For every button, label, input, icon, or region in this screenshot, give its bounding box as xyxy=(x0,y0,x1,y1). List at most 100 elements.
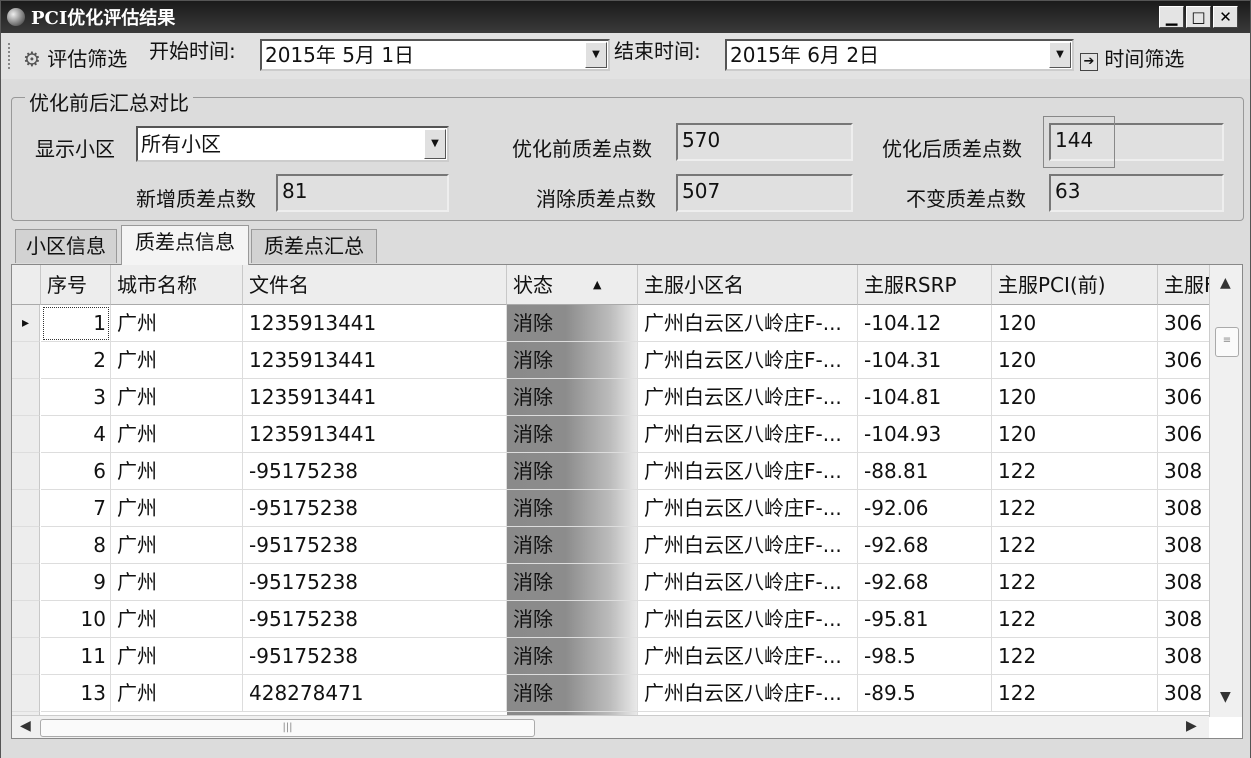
col-city-cell[interactable]: 广州 xyxy=(111,638,243,675)
col-status-cell[interactable]: 消除 xyxy=(507,675,638,712)
col-serving-cell-cell[interactable]: 广州白云区八岭庄F-... xyxy=(638,490,858,527)
col-city-cell[interactable]: 广州 xyxy=(111,601,243,638)
col-serving-pci-before-cell[interactable]: 120 xyxy=(992,342,1158,379)
col-serving-cell-cell[interactable]: 广州白云区八岭庄F-... xyxy=(638,601,858,638)
tab-cell-info[interactable]: 小区信息 xyxy=(15,229,117,263)
col-serving-rsrp-cell[interactable]: -92.68 xyxy=(858,527,992,564)
row-header[interactable] xyxy=(12,453,40,490)
tab-quality-point-info[interactable]: 质差点信息 xyxy=(121,225,249,265)
col-city-cell[interactable]: 广州 xyxy=(111,564,243,601)
col-file-cell[interactable]: -95175238 xyxy=(243,490,507,527)
col-status-cell[interactable]: 消除 xyxy=(507,342,638,379)
col-serving-cell-cell[interactable]: 广州白云区八岭庄F-... xyxy=(638,638,858,675)
maximize-button[interactable]: □ xyxy=(1186,6,1211,28)
col-serving-rsrp-cell[interactable]: -89.5 xyxy=(858,675,992,712)
col-file-cell[interactable]: 1235913441 xyxy=(243,379,507,416)
col-file-cell[interactable]: 428278471 xyxy=(243,675,507,712)
col-serving-rsrp-cell[interactable]: -92.68 xyxy=(858,564,992,601)
col-serving-cell-header[interactable]: 主服小区名 xyxy=(638,265,858,305)
col-file-cell[interactable]: -95175238 xyxy=(243,638,507,675)
col-file-cell[interactable]: -95175238 xyxy=(243,527,507,564)
col-seq-cell[interactable]: 1 xyxy=(41,305,111,342)
col-serving-cell-cell[interactable]: 广州白云区八岭庄F-... xyxy=(638,342,858,379)
col-city-cell[interactable]: 广州 xyxy=(111,527,243,564)
col-seq-header[interactable]: 序号 xyxy=(41,265,111,305)
col-seq-cell[interactable]: 9 xyxy=(41,564,111,601)
col-seq-cell[interactable]: 13 xyxy=(41,675,111,712)
scroll-down-icon[interactable]: ▼ xyxy=(1220,689,1231,705)
col-serving-pci-before-cell[interactable]: 122 xyxy=(992,638,1158,675)
tab-quality-point-summary[interactable]: 质差点汇总 xyxy=(251,229,377,263)
time-filter-button[interactable]: ➔ 时间筛选 xyxy=(1080,43,1184,72)
scroll-left-icon[interactable]: ◀ xyxy=(20,718,31,734)
col-serving-pci-before-cell[interactable]: 120 xyxy=(992,305,1158,342)
col-serving-rsrp-cell[interactable]: -92.06 xyxy=(858,490,992,527)
col-city-cell[interactable]: 广州 xyxy=(111,305,243,342)
chevron-down-icon[interactable]: ▼ xyxy=(585,42,607,68)
scroll-right-icon[interactable]: ▶ xyxy=(1186,718,1197,734)
col-city-cell[interactable]: 广州 xyxy=(111,416,243,453)
row-header[interactable] xyxy=(12,379,40,416)
col-status-cell[interactable]: 消除 xyxy=(507,527,638,564)
col-seq-cell[interactable]: 10 xyxy=(41,601,111,638)
col-city-cell[interactable]: 广州 xyxy=(111,453,243,490)
col-serving-rsrp-cell[interactable]: -104.81 xyxy=(858,379,992,416)
col-serving-rsrp-cell[interactable]: -104.31 xyxy=(858,342,992,379)
horizontal-scroll-thumb[interactable]: ||| xyxy=(40,719,535,737)
col-serving-rsrp-cell[interactable]: -104.12 xyxy=(858,305,992,342)
col-status-cell[interactable]: 消除 xyxy=(507,305,638,342)
col-city-cell[interactable]: 广州 xyxy=(111,675,243,712)
col-seq-cell[interactable]: 2 xyxy=(41,342,111,379)
col-status-cell[interactable]: 消除 xyxy=(507,416,638,453)
end-date-picker[interactable]: 2015年 6月 2日 ▼ xyxy=(725,39,1074,71)
col-file-cell[interactable]: -95175238 xyxy=(243,453,507,490)
chevron-down-icon[interactable]: ▼ xyxy=(424,129,446,159)
col-city-cell[interactable]: 广州 xyxy=(111,342,243,379)
col-serving-rsrp-cell[interactable]: -104.93 xyxy=(858,416,992,453)
close-button[interactable]: ✕ xyxy=(1213,6,1238,28)
row-header[interactable] xyxy=(12,527,40,564)
col-file-cell[interactable]: 1235913441 xyxy=(243,305,507,342)
vertical-scroll-thumb[interactable]: ≡ xyxy=(1215,327,1239,357)
col-serving-rsrp-cell[interactable]: -98.5 xyxy=(858,638,992,675)
col-seq-cell[interactable]: 8 xyxy=(41,527,111,564)
col-seq-cell[interactable]: 11 xyxy=(41,638,111,675)
col-status-header[interactable]: 状态 ▲ xyxy=(507,265,638,305)
start-date-picker[interactable]: 2015年 5月 1日 ▼ xyxy=(260,39,610,71)
col-status-cell[interactable]: 消除 xyxy=(507,490,638,527)
col-file-cell[interactable]: -95175238 xyxy=(243,564,507,601)
row-header[interactable]: ▸ xyxy=(12,305,40,342)
col-serving-cell-cell[interactable]: 广州白云区八岭庄F-... xyxy=(638,527,858,564)
col-serving-cell-cell[interactable]: 广州白云区八岭庄F-... xyxy=(638,379,858,416)
chevron-down-icon[interactable]: ▼ xyxy=(1049,42,1071,68)
col-file-cell[interactable]: -95175238 xyxy=(243,601,507,638)
col-seq-cell[interactable]: 3 xyxy=(41,379,111,416)
col-status-cell[interactable]: 消除 xyxy=(507,564,638,601)
col-serving-pci-before-cell[interactable]: 122 xyxy=(992,453,1158,490)
col-serving-pci-before-cell[interactable]: 120 xyxy=(992,379,1158,416)
col-seq-cell[interactable]: 4 xyxy=(41,416,111,453)
row-header[interactable] xyxy=(12,675,40,712)
row-header[interactable] xyxy=(12,601,40,638)
row-header[interactable] xyxy=(12,564,40,601)
col-serving-cell-cell[interactable]: 广州白云区八岭庄F-... xyxy=(638,453,858,490)
show-cell-select[interactable]: 所有小区 ▼ xyxy=(136,126,449,162)
row-header[interactable] xyxy=(12,638,40,675)
col-serving-pci-before-header[interactable]: 主服PCI(前) xyxy=(992,265,1158,305)
col-file-cell[interactable]: 1235913441 xyxy=(243,342,507,379)
col-file-cell[interactable]: 1235913441 xyxy=(243,416,507,453)
col-serving-pci-before-cell[interactable]: 122 xyxy=(992,527,1158,564)
toolbar-grip[interactable] xyxy=(8,43,11,69)
col-status-cell[interactable]: 消除 xyxy=(507,601,638,638)
col-serving-cell-cell[interactable]: 广州白云区八岭庄F-... xyxy=(638,564,858,601)
col-serving-pci-before-cell[interactable]: 122 xyxy=(992,564,1158,601)
col-file-header[interactable]: 文件名 xyxy=(243,265,507,305)
col-serving-pci-before-cell[interactable]: 120 xyxy=(992,416,1158,453)
scroll-up-icon[interactable]: ▲ xyxy=(1220,275,1231,291)
col-serving-rsrp-cell[interactable]: -95.81 xyxy=(858,601,992,638)
col-serving-pci-before-cell[interactable]: 122 xyxy=(992,601,1158,638)
col-serving-pci-before-cell[interactable]: 122 xyxy=(992,490,1158,527)
row-header[interactable] xyxy=(12,490,40,527)
col-serving-cell-cell[interactable]: 广州白云区八岭庄F-... xyxy=(638,305,858,342)
col-serving-cell-cell[interactable]: 广州白云区八岭庄F-... xyxy=(638,675,858,712)
